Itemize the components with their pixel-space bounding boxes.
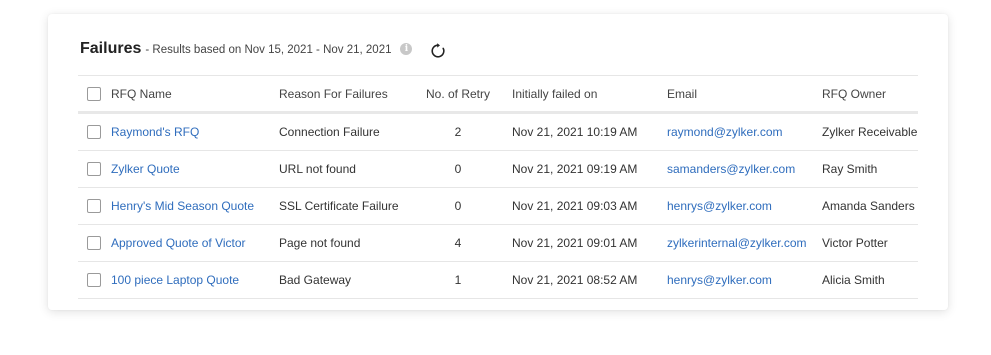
table-row: Raymond's RFQ Connection Failure 2 Nov 2… [78,114,918,151]
table-header-row: RFQ Name Reason For Failures No. of Retr… [78,76,918,114]
row-checkbox[interactable] [87,125,101,139]
column-header-failed-on[interactable]: Initially failed on [512,76,597,111]
email-link[interactable]: samanders@zylker.com [667,162,795,176]
table-row: 100 piece Laptop Quote Bad Gateway 1 Nov… [78,262,918,299]
retry-count: 1 [454,273,462,287]
email-link[interactable]: raymond@zylker.com [667,125,783,139]
rfq-owner: Ray Smith [822,162,878,176]
failed-on-date: Nov 21, 2021 09:01 AM [512,236,638,250]
column-header-owner[interactable]: RFQ Owner [822,76,886,111]
email-link[interactable]: zylkerinternal@zylker.com [667,236,807,250]
select-all-checkbox[interactable] [87,86,101,101]
refresh-icon[interactable] [430,43,446,59]
retry-count: 4 [454,236,462,250]
card-header: Failures - Results based on Nov 15, 2021… [80,38,446,60]
failed-on-date: Nov 21, 2021 09:03 AM [512,199,638,213]
row-checkbox[interactable] [87,199,101,213]
failure-reason: Page not found [279,236,361,250]
table-row: Zylker Quote URL not found 0 Nov 21, 202… [78,151,918,188]
date-range-subtitle: - Results based on Nov 15, 2021 - Nov 21… [145,44,392,56]
column-header-email[interactable]: Email [667,76,697,111]
failed-on-date: Nov 21, 2021 08:52 AM [512,273,638,287]
rfq-owner: Amanda Sanders [822,199,915,213]
column-header-reason[interactable]: Reason For Failures [279,76,388,111]
failed-on-date: Nov 21, 2021 10:19 AM [512,125,638,139]
row-checkbox[interactable] [87,236,101,250]
page-title: Failures [80,40,142,57]
column-header-retry[interactable]: No. of Retry [418,76,498,111]
failure-reason: Connection Failure [279,125,380,139]
email-link[interactable]: henrys@zylker.com [667,199,772,213]
failures-table: RFQ Name Reason For Failures No. of Retr… [78,75,918,299]
email-link[interactable]: henrys@zylker.com [667,273,772,287]
rfq-name-link[interactable]: 100 piece Laptop Quote [111,273,239,287]
row-checkbox[interactable] [87,162,101,176]
row-checkbox[interactable] [87,273,101,287]
rfq-name-link[interactable]: Zylker Quote [111,162,180,176]
retry-count: 2 [454,125,462,139]
table-row: Henry's Mid Season Quote SSL Certificate… [78,188,918,225]
failures-card: Failures - Results based on Nov 15, 2021… [48,14,948,310]
rfq-owner: Zylker Receivable [822,125,918,139]
retry-count: 0 [454,162,462,176]
rfq-owner: Alicia Smith [822,273,885,287]
retry-count: 0 [454,199,462,213]
rfq-name-link[interactable]: Approved Quote of Victor [111,236,246,250]
failed-on-date: Nov 21, 2021 09:19 AM [512,162,638,176]
column-header-rfq-name[interactable]: RFQ Name [111,76,172,111]
failure-reason: SSL Certificate Failure [279,199,399,213]
rfq-name-link[interactable]: Henry's Mid Season Quote [111,199,254,213]
table-row: Approved Quote of Victor Page not found … [78,225,918,262]
info-icon[interactable]: i [400,43,413,55]
failure-reason: URL not found [279,162,356,176]
failure-reason: Bad Gateway [279,273,352,287]
rfq-name-link[interactable]: Raymond's RFQ [111,125,199,139]
rfq-owner: Victor Potter [822,236,888,250]
